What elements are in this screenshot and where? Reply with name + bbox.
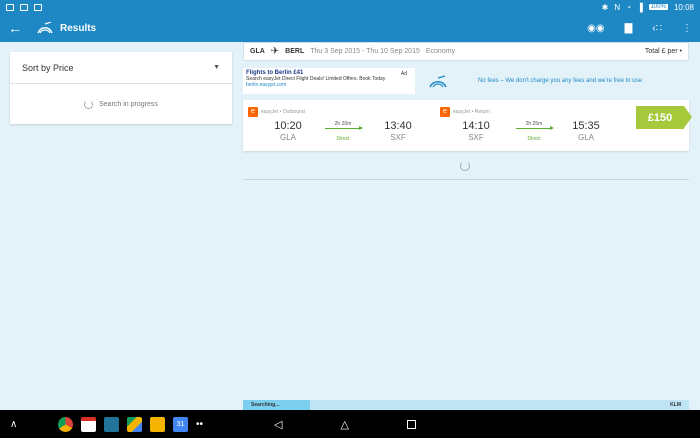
origin-code: GLA (250, 48, 265, 55)
nfc-icon: N (614, 2, 621, 12)
easyjet-logo-icon: e (440, 107, 450, 117)
carrier: e easyJet • Return (440, 107, 490, 117)
destination-code: BERL (285, 48, 305, 55)
price-mode[interactable]: Total £ per • (645, 48, 682, 55)
pc-icon[interactable] (150, 416, 165, 432)
caret-down-icon: ▼ (213, 64, 220, 71)
calendar-icon[interactable]: 31 (173, 416, 188, 432)
more-vert-icon[interactable]: ⋮ (682, 23, 692, 34)
search-summary[interactable]: GLA ✈ BERL Thu 3 Sep 2015 - Thu 10 Sep 2… (243, 42, 689, 61)
skyscanner-logo (37, 22, 53, 34)
depart-code: GLA (279, 133, 296, 142)
loading-spinner-icon (460, 161, 470, 171)
progress-text: Search in progress (99, 100, 158, 108)
no-fees-banner: No fees – We don't charge you any fees a… (428, 72, 690, 90)
clock: 10:08 (673, 2, 694, 12)
stops: Direct (527, 136, 541, 142)
ad-link[interactable]: berlin.easyjet.com (246, 82, 412, 88)
stops: Direct (336, 136, 350, 142)
image-icon (34, 3, 42, 11)
arrow-right-icon (516, 126, 554, 130)
plane-icon: ✈ (270, 46, 280, 57)
price-tag[interactable]: £150 (636, 106, 692, 129)
arrive-time: 15:35 (572, 120, 600, 132)
arrive-time: 13:40 (384, 120, 412, 132)
bluetooth-icon: ✱ (601, 2, 609, 12)
back-icon[interactable]: ◁ (274, 418, 282, 431)
depart-time: 10:20 (274, 120, 302, 132)
chevron-up-icon[interactable]: ∧ (10, 419, 40, 430)
status-bar: ✱ N ◔ ▐ 100% 10:08 (0, 0, 700, 14)
travel-dates: Thu 3 Sep 2015 - Thu 10 Sep 2015 (310, 48, 420, 55)
ad-card[interactable]: Flights to Berlin £41 Search easyJet Dir… (243, 68, 415, 94)
duration: 2h 20m (334, 121, 352, 127)
arrow-left-icon[interactable]: ← (8, 20, 24, 36)
arrive-code: GLA (577, 133, 594, 142)
carrier-label: easyJet • Outbound (261, 109, 305, 115)
no-fees-text: No fees – We don't charge you any fees a… (478, 78, 642, 84)
gmail-icon[interactable] (81, 416, 96, 432)
arrow-right-icon (325, 126, 363, 130)
divider (243, 179, 689, 180)
more-apps-icon[interactable]: •• (196, 419, 203, 430)
depart-time: 14:10 (462, 120, 490, 132)
notification-icon (6, 3, 14, 11)
system-navbar: ∧ 31 •• ◁ △ (0, 410, 700, 438)
binoculars-icon[interactable]: ◉◉ (587, 23, 604, 34)
chart-icon[interactable]: ▇ (625, 23, 633, 34)
wifi-icon: ◔ (626, 2, 631, 12)
battery-icon: 100% (648, 4, 668, 10)
app-toolbar: ← Results ◉◉ ▇ ‹∷ ⋮ (0, 14, 700, 42)
depart-code: SXF (468, 133, 484, 142)
image-icon (20, 3, 28, 11)
progress-airline: KLM (670, 402, 681, 408)
sort-dropdown[interactable]: Sort by Price ▼ (10, 52, 232, 84)
result-card[interactable]: e easyJet • Outbound 10:20 GLA 2h 20m Di… (243, 100, 692, 151)
easyjet-logo-icon: e (248, 107, 258, 117)
home-icon[interactable]: △ (340, 418, 348, 431)
arrive-code: SXF (390, 133, 406, 142)
drive-icon[interactable] (127, 416, 142, 432)
sort-label: Sort by Price (22, 62, 74, 73)
skyscanner-logo (429, 74, 447, 87)
cabin-class: Economy (425, 48, 456, 55)
wordpress-icon[interactable] (104, 416, 119, 432)
recents-icon[interactable] (406, 419, 416, 429)
progress-label: Searching... (251, 402, 280, 408)
search-progress-bar: Searching... KLM (243, 400, 689, 410)
carrier-label: easyJet • Return (453, 109, 490, 115)
signal-icon: ▐ (636, 2, 643, 12)
outbound-leg: e easyJet • Outbound 10:20 GLA 2h 20m Di… (248, 100, 438, 151)
search-progress: Search in progress (10, 84, 232, 124)
sort-card: Sort by Price ▼ Search in progress (10, 52, 232, 124)
duration: 2h 25m (525, 121, 543, 127)
page-title: Results (60, 22, 97, 34)
spinner-icon (84, 99, 94, 109)
share-icon[interactable]: ‹∷ (652, 23, 662, 34)
carrier: e easyJet • Outbound (248, 107, 305, 117)
return-leg: e easyJet • Return 14:10 SXF 2h 25m Dire… (440, 100, 630, 151)
chrome-icon[interactable] (58, 416, 73, 432)
ad-badge: Ad (400, 71, 407, 77)
